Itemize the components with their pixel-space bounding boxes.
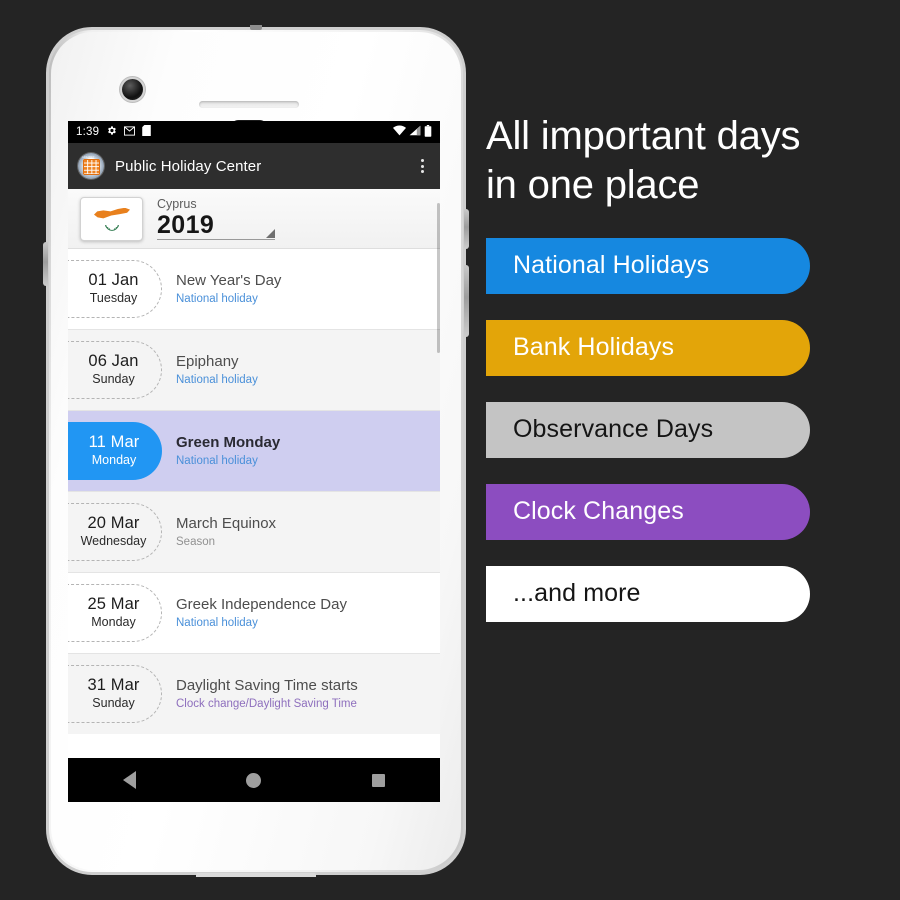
date-badge: 20 Mar Wednesday bbox=[68, 503, 162, 561]
holiday-info: Daylight Saving Time starts Clock change/… bbox=[162, 677, 358, 712]
front-camera-icon bbox=[122, 79, 143, 100]
scrollbar-track[interactable] bbox=[437, 189, 440, 802]
earpiece-speaker bbox=[199, 101, 299, 108]
holiday-name: March Equinox bbox=[176, 514, 277, 532]
holiday-type: National holiday bbox=[176, 292, 258, 305]
holiday-row[interactable]: 31 Mar Sunday Daylight Saving Time starts C… bbox=[68, 654, 440, 734]
home-icon[interactable] bbox=[246, 772, 262, 788]
year-value: 2019 bbox=[157, 211, 215, 240]
holiday-row[interactable]: 25 Mar Monday Greek Independence Day Nation… bbox=[68, 573, 440, 653]
gear-icon bbox=[106, 125, 117, 139]
promo-pill-label: ...and more bbox=[513, 579, 641, 608]
holiday-date: 01 Jan bbox=[88, 271, 139, 290]
country-meta: Cyprus 2019 bbox=[157, 197, 275, 241]
left-side-button[interactable] bbox=[43, 242, 48, 286]
holiday-info: March Equinox Season bbox=[162, 515, 276, 550]
spinner-arrow-icon[interactable] bbox=[266, 229, 275, 239]
volume-button[interactable] bbox=[464, 265, 469, 337]
app-title: Public Holiday Center bbox=[115, 157, 262, 175]
promo-pill-label: Bank Holidays bbox=[513, 333, 675, 362]
date-badge: 11 Mar Monday bbox=[68, 422, 162, 480]
country-year-header: Cyprus 2019 bbox=[68, 189, 440, 249]
holiday-name: Green Monday bbox=[176, 433, 281, 451]
holiday-row[interactable]: 06 Jan Sunday Epiphany National holiday bbox=[68, 330, 440, 410]
date-badge: 31 Mar Sunday bbox=[68, 665, 162, 723]
country-name: Cyprus bbox=[157, 196, 197, 211]
holiday-type: National holiday bbox=[176, 373, 258, 386]
mail-icon bbox=[124, 125, 136, 139]
date-badge: 25 Mar Monday bbox=[68, 584, 162, 642]
holiday-row[interactable]: 01 Jan Tuesday New Year's Day National holi… bbox=[68, 249, 440, 329]
holiday-info: Green Monday National holiday bbox=[162, 434, 280, 469]
holiday-type: Clock change/Daylight Saving Time bbox=[176, 697, 357, 710]
holiday-info: New Year's Day National holiday bbox=[162, 272, 281, 307]
scrollbar-thumb[interactable] bbox=[437, 203, 440, 353]
promo-headline: All important days in one place bbox=[486, 114, 801, 207]
holiday-date: 11 Mar bbox=[88, 433, 140, 452]
promo-pill[interactable]: Observance Days bbox=[486, 401, 810, 458]
holiday-name: Greek Independence Day bbox=[176, 595, 347, 613]
power-button[interactable] bbox=[464, 209, 469, 249]
promo-pill[interactable]: ...and more bbox=[486, 565, 810, 622]
date-badge: 01 Jan Tuesday bbox=[68, 260, 162, 318]
android-nav-bar bbox=[68, 758, 440, 802]
wifi-icon bbox=[393, 125, 406, 139]
holiday-date: 20 Mar bbox=[87, 514, 140, 533]
status-bar: 1:39 bbox=[68, 121, 440, 143]
holiday-list[interactable]: 01 Jan Tuesday New Year's Day National holi… bbox=[68, 249, 440, 734]
cyprus-flag-icon[interactable] bbox=[80, 196, 143, 241]
holiday-name: New Year's Day bbox=[176, 271, 282, 289]
phone-antenna-mark-bottom bbox=[196, 873, 316, 877]
signal-icon bbox=[409, 125, 421, 139]
holiday-info: Epiphany National holiday bbox=[162, 353, 258, 388]
holiday-weekday: Sunday bbox=[92, 695, 135, 710]
holiday-weekday: Monday bbox=[91, 614, 136, 629]
promo-pill-list: National Holidays Bank Holidays Observance… bbox=[486, 237, 886, 622]
promo-pill-label: National Holidays bbox=[513, 251, 710, 280]
year-selector[interactable]: 2019 bbox=[157, 211, 275, 241]
promo-pill-label: Clock Changes bbox=[513, 497, 684, 526]
holiday-weekday: Sunday bbox=[92, 371, 135, 386]
sdcard-icon bbox=[142, 125, 151, 139]
holiday-weekday: Wednesday bbox=[80, 533, 147, 548]
holiday-row[interactable]: 11 Mar Monday Green Monday National holiday bbox=[68, 411, 440, 491]
holiday-row[interactable]: 20 Mar Wednesday March Equinox Season bbox=[68, 492, 440, 572]
promo-panel: All important days in one place National… bbox=[486, 112, 886, 622]
status-bar-right-icons bbox=[393, 124, 432, 140]
holiday-name: Daylight Saving Time starts bbox=[176, 676, 358, 694]
promo-pill[interactable]: Clock Changes bbox=[486, 483, 810, 540]
promo-pill[interactable]: National Holidays bbox=[486, 237, 810, 294]
app-bar: HOLIDAY Public Holiday Center bbox=[68, 143, 440, 189]
holiday-date: 31 Mar bbox=[87, 676, 140, 695]
holiday-weekday: Monday bbox=[91, 452, 137, 467]
holiday-type: National holiday bbox=[176, 616, 258, 629]
recents-icon[interactable] bbox=[371, 773, 385, 787]
phone-mockup: 1:39 HOLIDAY Public Holiday Center Cypru… bbox=[43, 25, 469, 877]
promo-pill[interactable]: Bank Holidays bbox=[486, 319, 810, 376]
holiday-name: Epiphany bbox=[176, 352, 239, 370]
status-time: 1:39 bbox=[76, 126, 100, 138]
calendar-app-icon: HOLIDAY bbox=[78, 153, 104, 179]
phone-antenna-mark-top bbox=[250, 25, 262, 30]
holiday-info: Greek Independence Day National holiday bbox=[162, 596, 347, 631]
promo-pill-label: Observance Days bbox=[513, 415, 714, 444]
holiday-weekday: Tuesday bbox=[89, 290, 138, 305]
back-icon[interactable] bbox=[123, 771, 137, 789]
battery-icon bbox=[424, 124, 432, 140]
phone-screen: 1:39 HOLIDAY Public Holiday Center Cypru… bbox=[68, 121, 440, 802]
overflow-menu-icon[interactable] bbox=[415, 155, 430, 177]
holiday-type: National holiday bbox=[176, 454, 258, 467]
holiday-date: 06 Jan bbox=[88, 352, 139, 371]
holiday-date: 25 Mar bbox=[87, 595, 140, 614]
app-icon-label: HOLIDAY bbox=[82, 156, 95, 159]
date-badge: 06 Jan Sunday bbox=[68, 341, 162, 399]
holiday-type: Season bbox=[176, 535, 216, 548]
